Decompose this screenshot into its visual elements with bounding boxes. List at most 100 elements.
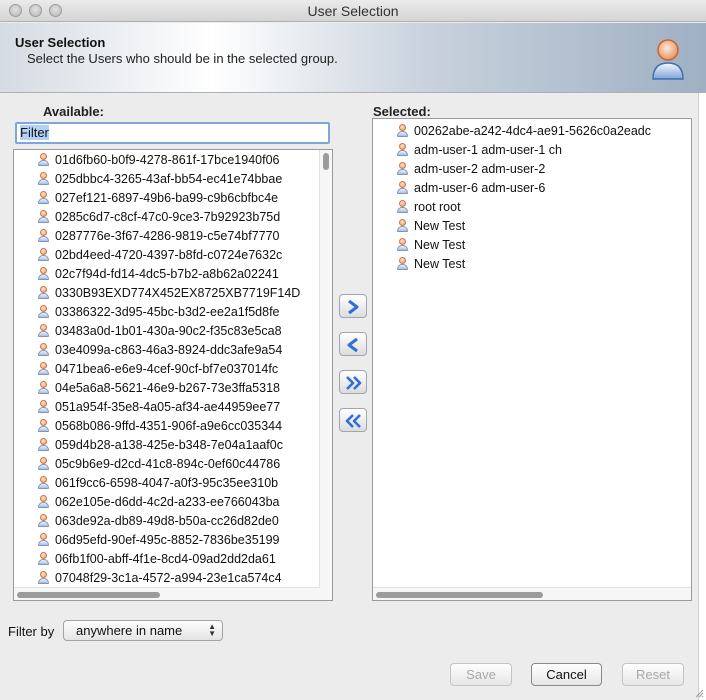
window-title: User Selection	[307, 3, 399, 19]
add-all-button[interactable]	[339, 370, 367, 394]
selected-item-label: adm-user-1 adm-user-1 ch	[414, 143, 562, 157]
selected-list-item[interactable]: New Test	[397, 236, 465, 255]
available-item-label: 025dbbc4-3265-43af-bb54-ec41e74bbae	[55, 172, 283, 186]
add-all-icon	[346, 376, 362, 390]
user-icon	[38, 362, 49, 375]
user-icon	[38, 381, 49, 394]
selected-list-item[interactable]: adm-user-6 adm-user-6	[397, 179, 545, 198]
filter-by-label: Filter by	[8, 624, 55, 639]
user-icon	[38, 229, 49, 242]
available-item-label: 0568b086-9ffd-4351-906f-a9e6cc035344	[55, 419, 283, 433]
remove-icon	[347, 337, 358, 353]
user-icon	[397, 200, 408, 213]
user-icon	[38, 305, 49, 318]
selected-item-label: adm-user-2 adm-user-2	[414, 162, 546, 176]
available-list-item[interactable]: 051a954f-35e8-4a05-af34-ae44959ee77	[38, 398, 280, 417]
filter-input[interactable]: Filter	[15, 122, 330, 144]
available-list-item[interactable]: 062e105e-d6dd-4c2d-a233-ee766043ba	[38, 493, 280, 512]
user-icon	[38, 172, 49, 185]
available-list-item[interactable]: 0285c6d7-c8cf-47c0-9ce3-7b92923b75d	[38, 208, 280, 227]
user-icon	[652, 39, 684, 80]
available-list-item[interactable]: 063de92a-db89-49d8-b50a-cc26d82de0	[38, 512, 279, 531]
available-item-label: 04e5a6a8-5621-46e9-b267-73e3ffa5318	[55, 381, 280, 395]
available-item-label: 03483a0d-1b01-430a-90c2-f35c83e5ca8	[55, 324, 282, 338]
available-item-label: 061f9cc6-6598-4047-a0f3-95c35ee310b	[55, 476, 279, 490]
user-icon	[397, 257, 408, 270]
user-icon	[397, 219, 408, 232]
selected-list-item[interactable]: New Test	[397, 217, 465, 236]
filter-by-select[interactable]: anywhere in name ▲ ▼	[63, 620, 223, 641]
available-item-label: 0287776e-3f67-4286-9819-c5e74bf7770	[55, 229, 280, 243]
user-icon	[38, 514, 49, 527]
available-list-item[interactable]: 025dbbc4-3265-43af-bb54-ec41e74bbae	[38, 170, 282, 189]
available-list-item[interactable]: 059d4b28-a138-425e-b348-7e04a1aaf0c	[38, 436, 283, 455]
user-icon	[38, 552, 49, 565]
available-vertical-scrollbar[interactable]	[319, 150, 332, 600]
selected-item-label: New Test	[414, 257, 466, 271]
selected-list-item[interactable]: root root	[397, 198, 461, 217]
save-button[interactable]: Save	[450, 663, 512, 686]
available-list-item[interactable]: 05c9b6e9-d2cd-41c8-894c-0ef60c44786	[38, 455, 280, 474]
available-item-label: 02c7f94d-fd14-4dc5-b7b2-a8b62a02241	[55, 267, 279, 281]
available-list-item[interactable]: 06d95efd-90ef-495c-8852-7836be35199	[38, 531, 280, 550]
available-list-item[interactable]: 027ef121-6897-49b6-ba99-c9b6cbfbc4e	[38, 189, 278, 208]
selected-item-label: adm-user-6 adm-user-6	[414, 181, 546, 195]
available-item-label: 063de92a-db89-49d8-b50a-cc26d82de0	[55, 514, 279, 528]
available-horizontal-scrollbar[interactable]	[14, 587, 320, 600]
title-bar: User Selection	[0, 0, 706, 22]
available-item-label: 0285c6d7-c8cf-47c0-9ce3-7b92923b75d	[55, 210, 281, 224]
available-item-label: 0471bea6-e6e9-4cef-90cf-bf7e037014fc	[55, 362, 279, 376]
available-list-item[interactable]: 03e4099a-c863-46a3-8924-ddc3afe9a54	[38, 341, 282, 360]
available-list-item[interactable]: 06fb1f00-abff-4f1e-8cd4-09ad2dd2da61	[38, 550, 276, 569]
user-icon	[38, 476, 49, 489]
available-list[interactable]: 01d6fb60-b0f9-4278-861f-17bce1940f06 025d…	[13, 149, 333, 601]
available-item-label: 051a954f-35e8-4a05-af34-ae44959ee77	[55, 400, 281, 414]
remove-selected-button[interactable]	[339, 332, 367, 356]
add-icon	[348, 299, 359, 315]
available-item-label: 062e105e-d6dd-4c2d-a233-ee766043ba	[55, 495, 280, 509]
user-icon	[397, 143, 408, 156]
available-item-label: 07048f29-3c1a-4572-a994-23e1ca574c4	[55, 571, 282, 585]
selected-item-label: New Test	[414, 219, 466, 233]
available-list-item[interactable]: 02c7f94d-fd14-4dc5-b7b2-a8b62a02241	[38, 265, 279, 284]
available-list-item[interactable]: 01d6fb60-b0f9-4278-861f-17bce1940f06	[38, 151, 280, 170]
resize-grip-icon[interactable]	[694, 688, 704, 698]
user-icon	[38, 533, 49, 546]
available-list-item[interactable]: 04e5a6a8-5621-46e9-b267-73e3ffa5318	[38, 379, 280, 398]
user-icon	[38, 286, 49, 299]
available-list-item[interactable]: 061f9cc6-6598-4047-a0f3-95c35ee310b	[38, 474, 278, 493]
selected-list-item[interactable]: adm-user-1 adm-user-1 ch	[397, 141, 562, 160]
selected-list-item[interactable]: 00262abe-a242-4dc4-ae91-5626c0a2eadc	[397, 122, 651, 141]
user-icon	[397, 162, 408, 175]
user-icon	[38, 419, 49, 432]
user-icon	[38, 457, 49, 470]
user-icon	[38, 191, 49, 204]
reset-button[interactable]: Reset	[622, 663, 684, 686]
available-item-label: 0330B93EXD774X452EX8725XB7719F14D	[55, 286, 301, 300]
available-list-item[interactable]: 0471bea6-e6e9-4cef-90cf-bf7e037014fc	[38, 360, 278, 379]
available-list-item[interactable]: 0287776e-3f67-4286-9819-c5e74bf7770	[38, 227, 280, 246]
available-list-item[interactable]: 07048f29-3c1a-4572-a994-23e1ca574c4	[38, 569, 282, 588]
available-list-item[interactable]: 0330B93EXD774X452EX8725XB7719F14D	[38, 284, 300, 303]
selected-list-item[interactable]: New Test	[397, 255, 465, 274]
header-title: User Selection	[15, 35, 106, 50]
selected-list-item[interactable]: adm-user-2 adm-user-2	[397, 160, 545, 179]
available-list-item[interactable]: 03483a0d-1b01-430a-90c2-f35c83e5ca8	[38, 322, 282, 341]
available-label: Available:	[43, 104, 104, 119]
add-selected-button[interactable]	[339, 294, 367, 318]
available-list-item[interactable]: 02bd4eed-4720-4397-b8fd-c0724e7632c	[38, 246, 282, 265]
cancel-button[interactable]: Cancel	[531, 663, 602, 686]
selected-label: Selected:	[373, 104, 431, 119]
selected-item-label: New Test	[414, 238, 466, 252]
available-list-item[interactable]: 03386322-3d95-45bc-b3d2-ee2a1f5d8fe	[38, 303, 280, 322]
available-list-item[interactable]: 0568b086-9ffd-4351-906f-a9e6cc035344	[38, 417, 282, 436]
remove-all-icon	[345, 414, 361, 428]
selected-list[interactable]: 00262abe-a242-4dc4-ae91-5626c0a2eadc adm-…	[372, 118, 692, 601]
user-icon	[38, 571, 49, 584]
user-icon	[397, 238, 408, 251]
user-icon	[38, 153, 49, 166]
user-icon	[38, 343, 49, 356]
remove-all-button[interactable]	[339, 408, 367, 432]
selected-item-label: 00262abe-a242-4dc4-ae91-5626c0a2eadc	[414, 124, 652, 138]
selected-horizontal-scrollbar[interactable]	[373, 587, 691, 600]
